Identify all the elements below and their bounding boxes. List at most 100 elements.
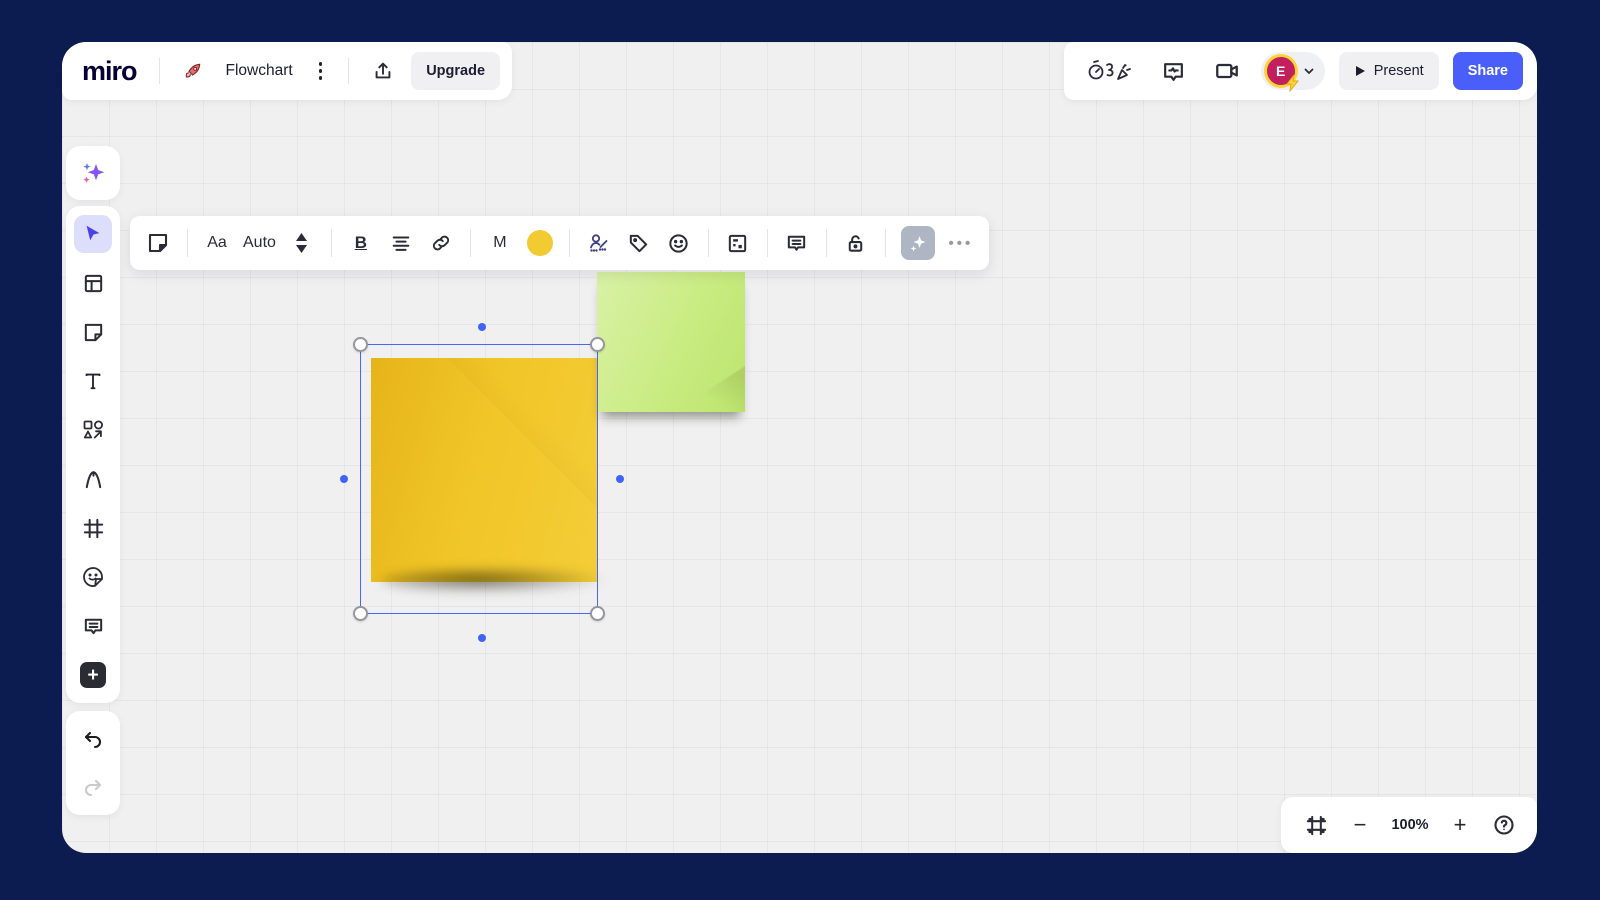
comment-icon <box>785 232 808 255</box>
ai-sparkles-icon[interactable] <box>74 154 112 192</box>
comment-icon <box>82 615 105 638</box>
present-label: Present <box>1374 63 1424 79</box>
board-title[interactable]: Flowchart <box>220 62 299 80</box>
page: { "header_left": { "logo": "miro", "boar… <box>0 0 1600 900</box>
divider <box>331 229 332 257</box>
tag-button[interactable] <box>619 224 659 262</box>
help-icon <box>1492 813 1516 837</box>
sticky-size-button[interactable]: M <box>480 224 520 262</box>
tool-add-more[interactable]: + <box>74 656 112 694</box>
connector-dot-bottom[interactable] <box>478 634 486 642</box>
shapes-icon <box>81 418 105 442</box>
undo-icon <box>81 727 105 751</box>
align-center-icon <box>390 232 412 254</box>
tool-text[interactable] <box>74 362 112 400</box>
link-button[interactable] <box>421 224 461 262</box>
sticky-note-icon <box>82 321 105 344</box>
emoji-button[interactable] <box>659 224 699 262</box>
selection-box <box>360 344 598 614</box>
text-icon <box>82 370 104 392</box>
divider <box>348 58 349 84</box>
signature-button[interactable] <box>579 224 619 262</box>
tool-comment[interactable] <box>74 607 112 645</box>
resize-handle-top-right[interactable] <box>590 337 605 352</box>
resize-handle-bottom-right[interactable] <box>590 606 605 621</box>
zoom-out-button[interactable]: − <box>1343 807 1377 843</box>
facilitation-tools-icon[interactable] <box>1080 51 1140 91</box>
emoji-icon <box>667 232 690 255</box>
sticky-note-icon <box>146 231 170 255</box>
divider <box>885 229 886 257</box>
header-right: E Present Share <box>1064 42 1537 100</box>
lock-button[interactable] <box>836 224 876 262</box>
ai-sparkle-icon <box>901 226 935 260</box>
divider <box>767 229 768 257</box>
align-button[interactable] <box>381 224 421 262</box>
connector-dot-left[interactable] <box>340 475 348 483</box>
share-button[interactable]: Share <box>1453 52 1523 90</box>
sticky-color-button[interactable] <box>520 224 560 262</box>
sidebar-ai-card <box>66 146 120 200</box>
connector-dot-top[interactable] <box>478 323 486 331</box>
fit-screen-icon <box>1305 814 1328 837</box>
pen-icon <box>82 468 105 491</box>
lock-open-icon <box>844 232 867 255</box>
tool-sticker[interactable] <box>74 558 112 596</box>
font-size-value[interactable]: Auto <box>237 224 282 262</box>
lightning-badge-icon <box>1285 74 1301 92</box>
sticky-note-green[interactable] <box>597 272 745 412</box>
divider <box>826 229 827 257</box>
undo-button[interactable] <box>74 720 112 758</box>
help-button[interactable] <box>1487 807 1521 843</box>
avatar: E <box>1264 54 1298 88</box>
zoom-in-icon: + <box>1454 814 1467 836</box>
sidebar-toolbar: + <box>66 206 120 703</box>
chevron-down-icon <box>1302 64 1316 78</box>
tool-shapes[interactable] <box>74 411 112 449</box>
context-toolbar: Aa Auto B M <box>130 216 989 270</box>
zoom-level: 100% <box>1387 817 1433 833</box>
zoom-out-icon: − <box>1354 814 1367 836</box>
header-left: miro Flowchart Upgrade <box>62 42 512 100</box>
signature-icon <box>587 231 611 255</box>
select-cursor-icon <box>82 223 104 245</box>
tool-templates[interactable] <box>74 264 112 302</box>
zoom-in-button[interactable]: + <box>1443 807 1477 843</box>
tool-select[interactable] <box>74 215 112 253</box>
miro-logo: miro <box>82 56 143 87</box>
board-icon <box>726 232 749 255</box>
video-chat-icon[interactable] <box>1207 51 1247 91</box>
divider <box>470 229 471 257</box>
comment-button[interactable] <box>777 224 817 262</box>
export-icon[interactable] <box>365 53 401 89</box>
comments-feed-icon[interactable] <box>1154 52 1193 91</box>
rocket-icon <box>176 54 210 88</box>
board-apps-button[interactable] <box>718 224 758 262</box>
more-icon: ••• <box>949 235 974 252</box>
resize-handle-bottom-left[interactable] <box>353 606 368 621</box>
kebab-menu-icon[interactable] <box>309 54 333 88</box>
upgrade-button[interactable]: Upgrade <box>411 52 500 90</box>
sticky-type-button[interactable] <box>138 224 178 262</box>
templates-icon <box>82 272 105 295</box>
present-button[interactable]: Present <box>1339 52 1439 90</box>
divider <box>159 58 160 84</box>
sidebar-history <box>66 711 120 815</box>
tool-pen[interactable] <box>74 460 112 498</box>
divider <box>569 229 570 257</box>
size-stepper-icon[interactable] <box>282 224 322 262</box>
redo-icon <box>81 775 105 799</box>
fit-screen-button[interactable] <box>1299 807 1333 843</box>
account-menu[interactable]: E <box>1261 52 1325 90</box>
font-style-button[interactable]: Aa <box>197 224 237 262</box>
connector-dot-right[interactable] <box>616 475 624 483</box>
zoom-bar: − 100% + <box>1281 797 1537 853</box>
ai-actions-button[interactable] <box>895 224 941 262</box>
tool-sticky-note[interactable] <box>74 313 112 351</box>
tool-frame[interactable] <box>74 509 112 547</box>
more-options-button[interactable]: ••• <box>941 224 981 262</box>
play-icon <box>1354 65 1366 77</box>
resize-handle-top-left[interactable] <box>353 337 368 352</box>
redo-button[interactable] <box>74 768 112 806</box>
bold-button[interactable]: B <box>341 224 381 262</box>
